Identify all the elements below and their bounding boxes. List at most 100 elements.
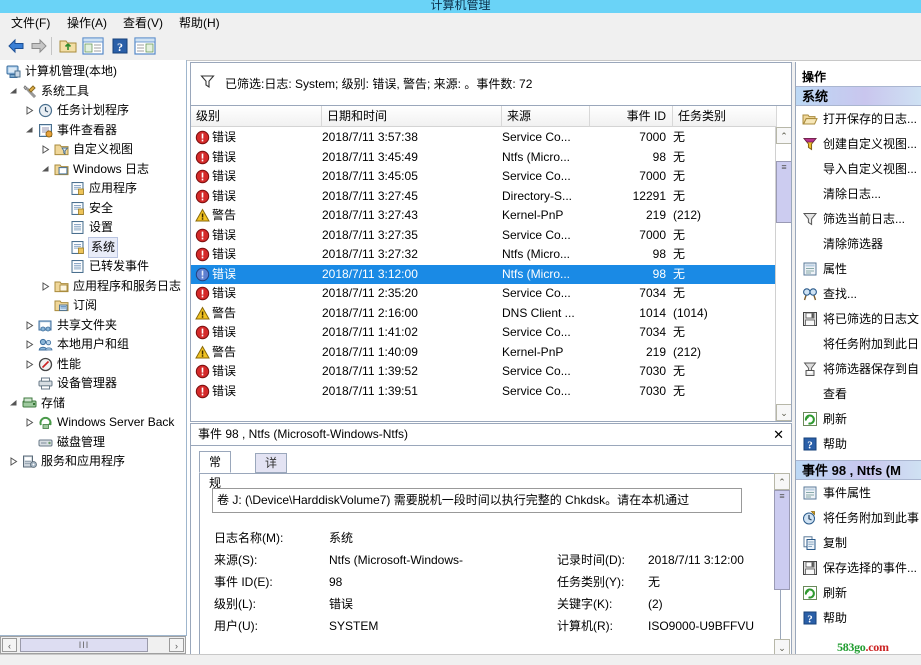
event-row[interactable]: 错误 2018/7/11 1:41:02 Service Co... 7034 无 — [191, 323, 776, 342]
menu-file[interactable]: 文件(F) — [6, 15, 55, 31]
action-item-system-13[interactable]: ? 帮助 — [796, 433, 921, 455]
scroll-up-button[interactable]: ⌃ — [774, 473, 790, 490]
event-level-label: 错误 — [212, 286, 237, 300]
event-row[interactable]: 错误 2018/7/11 3:27:35 Service Co... 7000 无 — [191, 226, 776, 245]
column-header-label: 事件 ID — [626, 109, 666, 123]
error-icon — [195, 189, 210, 204]
window-titlebar[interactable]: 计算机管理 — [0, 0, 921, 13]
tree-expander-icon[interactable] — [41, 165, 50, 174]
center-pane: 已筛选:日志: System; 级别: 错误, 警告; 来源: 。事件数: 72… — [190, 62, 792, 663]
show-action-pane-icon[interactable] — [133, 36, 157, 56]
console-tree-pane[interactable]: 计算机管理(本地) 系统工具 任务计划程序 事件查看器 自定义视图 Windows 日志应… — [0, 60, 187, 636]
action-item-event-3[interactable]: 保存选择的事件... — [796, 557, 921, 579]
tree-node-label: 安全 — [89, 200, 114, 215]
action-item-label: 属性 — [823, 262, 848, 276]
scroll-down-button[interactable]: ⌄ — [776, 404, 791, 421]
detail-field-label2: 计算机(R): — [557, 619, 613, 633]
tree-expander-icon[interactable] — [41, 281, 50, 291]
filter-summary-bar[interactable]: 已筛选:日志: System; 级别: 错误, 警告; 来源: 。事件数: 72 — [190, 62, 792, 106]
event-row[interactable]: 警告 2018/7/11 1:40:09 Kernel-PnP 219 (212) — [191, 343, 776, 362]
event-list-scrollbar[interactable]: ⌃ ≡ ⌄ — [775, 127, 791, 421]
watermark-red: .com — [865, 640, 889, 654]
show-tree-pane-icon[interactable] — [81, 36, 105, 56]
help-icon[interactable]: ? — [110, 36, 130, 56]
action-item-event-0[interactable]: 事件属性 — [796, 482, 921, 504]
scroll-right-button[interactable]: › — [169, 638, 184, 652]
event-row[interactable]: 错误 2018/7/11 3:27:32 Ntfs (Micro... 98 无 — [191, 245, 776, 264]
event-list[interactable]: 级别 日期和时间 来源 事件 ID 任务类别 错误 2018/7/11 3:57:38 Se… — [190, 106, 792, 422]
action-item-system-7[interactable]: 查找... — [796, 283, 921, 305]
tree-expander-icon[interactable] — [9, 87, 18, 96]
action-item-system-8[interactable]: 将已筛选的日志文 — [796, 308, 921, 330]
event-row[interactable]: 错误 2018/7/11 2:35:20 Service Co... 7034 无 — [191, 284, 776, 303]
action-item-system-12[interactable]: 刷新 — [796, 408, 921, 430]
action-item-system-6[interactable]: 属性 — [796, 258, 921, 280]
action-item-event-1[interactable]: 将任务附加到此事 — [796, 507, 921, 529]
scroll-left-button[interactable]: ‹ — [2, 638, 17, 652]
event-level-label: 错误 — [212, 266, 237, 281]
tree-horizontal-scrollbar[interactable]: ‹ III › — [0, 636, 186, 654]
event-level-label: 错误 — [212, 169, 237, 183]
tab-details[interactable]: 详细信息 — [255, 453, 288, 527]
tree-node-label: 设备管理器 — [57, 376, 118, 390]
action-item-event-2[interactable]: 复制 — [796, 532, 921, 554]
menu-view[interactable]: 查看(V) — [118, 15, 168, 31]
tab-general[interactable]: 常规 — [199, 451, 232, 490]
tree-expander-icon[interactable] — [25, 340, 34, 349]
menu-help[interactable]: 帮助(H) — [174, 15, 225, 31]
tree-expander-icon[interactable] — [9, 457, 18, 466]
tree-expander-icon[interactable] — [41, 145, 50, 154]
column-header-4[interactable]: 任务类别 — [673, 106, 777, 127]
column-header-label: 任务类别 — [678, 109, 727, 123]
action-item-system-2[interactable]: 导入自定义视图... — [796, 158, 921, 180]
action-item-event-5[interactable]: ? 帮助 — [796, 607, 921, 629]
tree-expander-icon[interactable] — [25, 126, 34, 135]
event-source-cell: Service Co... — [502, 169, 571, 183]
action-item-label: 筛选当前日志... — [823, 212, 906, 226]
scroll-thumb[interactable]: ≡ — [774, 490, 790, 590]
scroll-thumb[interactable]: ≡ — [776, 161, 791, 223]
event-row[interactable]: 错误 2018/7/11 3:12:00 Ntfs (Micro... 98 无 — [191, 264, 776, 284]
scroll-up-button[interactable]: ⌃ — [776, 127, 791, 144]
tree-expander-icon[interactable] — [25, 106, 34, 115]
devicemanager-icon — [38, 376, 53, 391]
event-source-cell: DNS Client ... — [502, 305, 575, 320]
column-header-2[interactable]: 来源 — [502, 106, 590, 127]
action-item-system-0[interactable]: 打开保存的日志... — [796, 108, 921, 130]
menu-action[interactable]: 操作(A) — [62, 15, 112, 31]
event-id-cell: 7000 — [639, 227, 666, 242]
tree-expander-icon[interactable] — [25, 320, 34, 330]
detail-scrollbar[interactable]: ⌃ ≡ ⌄ — [774, 473, 790, 656]
back-arrow-icon[interactable] — [6, 36, 26, 56]
tree-expander-icon[interactable] — [25, 418, 34, 427]
column-header-1[interactable]: 日期和时间 — [322, 106, 502, 127]
event-row[interactable]: 警告 2018/7/11 2:16:00 DNS Client ... 1014 (10… — [191, 304, 776, 323]
action-item-event-4[interactable]: 刷新 — [796, 582, 921, 604]
event-level-label: 错误 — [212, 247, 237, 261]
close-icon[interactable]: ✕ — [773, 424, 784, 445]
event-task-cell: 无 — [673, 169, 686, 183]
column-header-3[interactable]: 事件 ID — [590, 106, 673, 127]
up-folder-icon[interactable] — [58, 36, 78, 56]
event-row[interactable]: 错误 2018/7/11 1:39:52 Service Co... 7030 无 — [191, 362, 776, 381]
event-row[interactable]: 错误 2018/7/11 3:45:05 Service Co... 7000 无 — [191, 167, 776, 186]
action-item-system-3[interactable]: 清除日志... — [796, 183, 921, 205]
action-item-system-11[interactable]: 查看 — [796, 383, 921, 405]
column-header-0[interactable]: 级别 — [191, 106, 322, 127]
event-row[interactable]: 错误 2018/7/11 3:45:49 Ntfs (Micro... 98 无 — [191, 148, 776, 167]
event-row[interactable]: 错误 2018/7/11 1:39:51 Service Co... 7030 无 — [191, 382, 776, 401]
event-row[interactable]: 警告 2018/7/11 3:27:43 Kernel-PnP 219 (212) — [191, 206, 776, 225]
forward-arrow-icon[interactable] — [29, 36, 49, 56]
action-item-system-9[interactable]: 将任务附加到此日 — [796, 333, 921, 355]
scroll-thumb[interactable]: III — [20, 638, 148, 652]
tree-expander-icon[interactable] — [25, 359, 34, 369]
tree-expander-icon[interactable] — [9, 399, 18, 408]
action-item-system-10[interactable]: 将筛选器保存到自 — [796, 358, 921, 380]
action-item-system-4[interactable]: 筛选当前日志... — [796, 208, 921, 230]
action-item-system-1[interactable]: 创建自定义视图... — [796, 133, 921, 155]
properties-icon — [802, 485, 818, 501]
action-item-system-5[interactable]: 清除筛选器 — [796, 233, 921, 255]
event-row[interactable]: 错误 2018/7/11 3:27:45 Directory-S... 12291 无 — [191, 187, 776, 206]
event-row[interactable]: 错误 2018/7/11 3:57:38 Service Co... 7000 无 — [191, 128, 776, 147]
detail-field-label: 用户(U): — [214, 619, 258, 633]
